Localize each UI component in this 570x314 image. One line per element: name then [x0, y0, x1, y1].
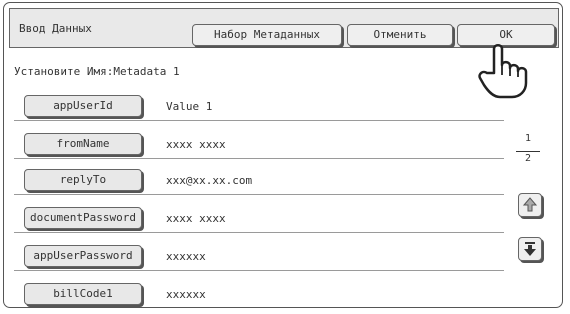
field-value: xxx@xx.xx.com [166, 174, 253, 187]
field-row: documentPassword xxxx xxxx [4, 203, 504, 233]
page-total: 2 [524, 153, 532, 164]
page-current: 1 [524, 133, 532, 144]
page-divider [516, 151, 540, 152]
field-row: replyTo xxx@xx.xx.com [4, 165, 504, 195]
field-button-fromname[interactable]: fromName [24, 133, 142, 155]
field-row: appUserId Value 1 [4, 91, 504, 121]
row-divider [14, 270, 504, 271]
arrow-up-icon [522, 197, 538, 212]
field-row: billCode1 xxxxxx [4, 279, 504, 307]
row-divider [14, 158, 504, 159]
panel-title: Ввод Данных [19, 22, 92, 35]
arrow-down-icon [524, 242, 536, 256]
field-row: fromName xxxx xxxx [4, 129, 504, 159]
scroll-down-button[interactable] [518, 237, 542, 261]
hand-pointer-icon [478, 44, 528, 99]
field-value: xxxx xxxx [166, 212, 226, 225]
field-value: Value 1 [166, 100, 213, 113]
metadata-entry-panel: Ввод Данных Набор Метаданных Отменить OK… [3, 2, 563, 308]
scroll-up-button[interactable] [518, 193, 542, 217]
field-value: xxxxxx [166, 250, 206, 263]
field-button-appuserpassword[interactable]: appUserPassword [24, 245, 142, 267]
row-divider [14, 120, 504, 121]
metadata-name-label: Установите Имя:Metadata 1 [14, 65, 180, 78]
cancel-button[interactable]: Отменить [347, 24, 453, 46]
field-value: xxxxxx [166, 288, 206, 301]
field-button-replyto[interactable]: replyTo [24, 169, 142, 191]
field-button-appuserid[interactable]: appUserId [24, 95, 142, 117]
metadata-set-button[interactable]: Набор Метаданных [192, 24, 342, 46]
field-button-billcode1[interactable]: billCode1 [24, 283, 142, 305]
field-button-documentpassword[interactable]: documentPassword [24, 207, 142, 229]
field-value: xxxx xxxx [166, 138, 226, 151]
row-divider [14, 232, 504, 233]
field-row: appUserPassword xxxxxx [4, 241, 504, 271]
row-divider [14, 194, 504, 195]
